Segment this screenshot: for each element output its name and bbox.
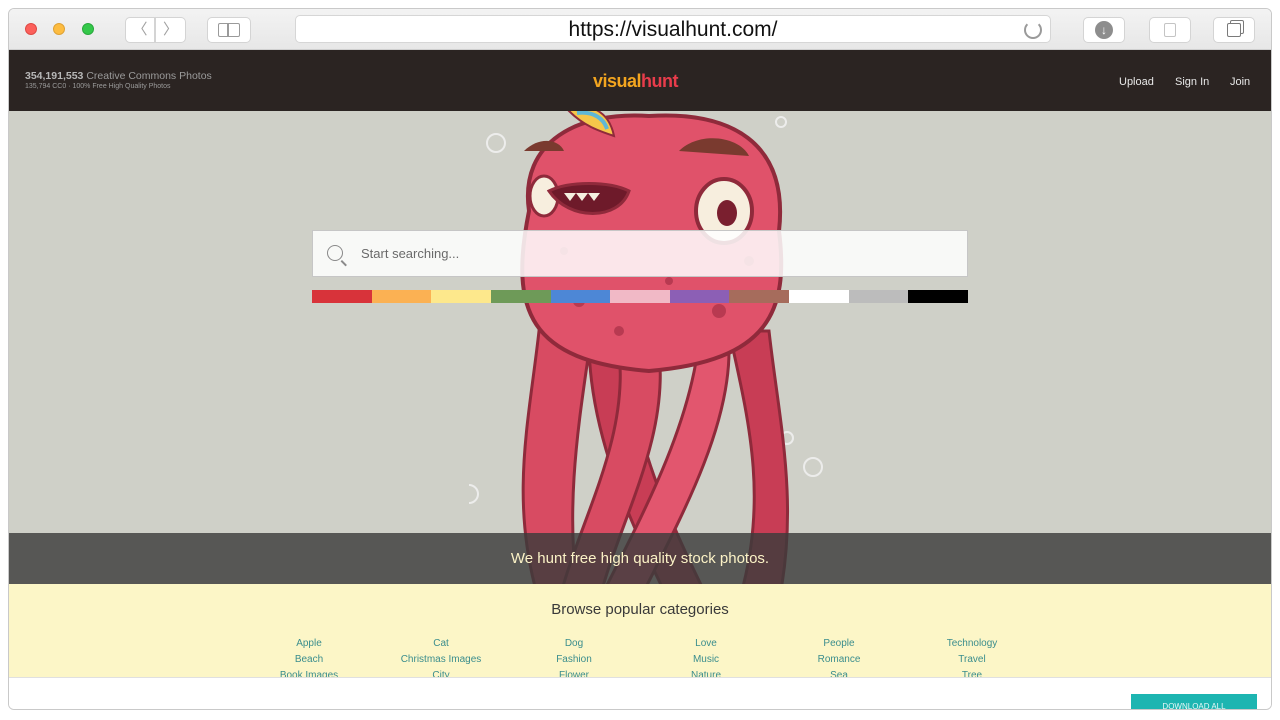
url-text: https://visualhunt.com/ bbox=[568, 18, 778, 41]
bottom-bar: DOWNLOAD ALL bbox=[9, 677, 1271, 709]
color-swatch-red[interactable] bbox=[312, 290, 372, 303]
category-link[interactable]: Book Images bbox=[249, 668, 369, 677]
categories-title: Browse popular categories bbox=[551, 601, 729, 618]
download-all-button[interactable]: DOWNLOAD ALL bbox=[1131, 694, 1257, 709]
category-link[interactable]: Christmas Images bbox=[381, 652, 501, 668]
sidebar-toggle-button[interactable] bbox=[207, 17, 251, 43]
address-bar[interactable]: https://visualhunt.com/ bbox=[295, 15, 1051, 43]
sidebar-icon bbox=[218, 23, 240, 37]
browser-toolbar: 〈 〉 https://visualhunt.com/ ↓ bbox=[9, 9, 1271, 50]
category-link[interactable]: Apple bbox=[249, 636, 369, 652]
upload-link[interactable]: Upload bbox=[1119, 76, 1154, 88]
chevron-left-icon: 〈 bbox=[132, 21, 148, 38]
category-column: Cat Christmas Images City bbox=[381, 636, 501, 677]
close-window-button[interactable] bbox=[25, 23, 37, 35]
cc0-stats: 135,794 CC0 · 100% Free High Quality Pho… bbox=[25, 83, 171, 90]
category-link[interactable]: Beach bbox=[249, 652, 369, 668]
site-header: 354,191,553 Creative Commons Photos 135,… bbox=[9, 50, 1271, 111]
category-column: Apple Beach Book Images bbox=[249, 636, 369, 677]
color-swatch-gray[interactable] bbox=[848, 290, 909, 303]
site-logo[interactable]: visualhunt bbox=[593, 71, 679, 92]
category-column: People Romance Sea bbox=[779, 636, 899, 677]
search-input[interactable] bbox=[359, 231, 959, 276]
color-swatch-white[interactable] bbox=[789, 290, 849, 303]
browser-window: 〈 〉 https://visualhunt.com/ ↓ 354,191,55… bbox=[8, 8, 1272, 710]
downloads-button[interactable]: ↓ bbox=[1083, 17, 1125, 43]
sign-in-link[interactable]: Sign In bbox=[1175, 76, 1209, 88]
color-swatch-orange[interactable] bbox=[371, 290, 432, 303]
category-link[interactable]: Love bbox=[646, 636, 766, 652]
photo-count-label: Creative Commons Photos bbox=[83, 70, 212, 82]
share-button[interactable] bbox=[1149, 17, 1191, 43]
download-icon: ↓ bbox=[1095, 21, 1113, 39]
color-swatch-purple[interactable] bbox=[669, 290, 730, 303]
zoom-window-button[interactable] bbox=[82, 23, 94, 35]
color-swatch-brown[interactable] bbox=[729, 290, 790, 303]
popular-categories: Browse popular categories Apple Beach Bo… bbox=[9, 584, 1271, 677]
octopus-monster-illustration bbox=[469, 111, 823, 584]
tagline: We hunt free high quality stock photos. bbox=[510, 550, 770, 567]
color-filter-bar bbox=[312, 290, 969, 303]
hero-section: We hunt free high quality stock photos. bbox=[9, 111, 1271, 584]
search-icon bbox=[327, 245, 343, 261]
search-box[interactable] bbox=[312, 230, 968, 277]
category-link[interactable]: People bbox=[779, 636, 899, 652]
back-button[interactable]: 〈 bbox=[125, 17, 155, 43]
photo-stats: 354,191,553 Creative Commons Photos 135,… bbox=[25, 70, 212, 90]
logo-hunt: hunt bbox=[641, 71, 679, 91]
logo-visual: visual bbox=[593, 71, 642, 91]
category-link[interactable]: Dog bbox=[514, 636, 634, 652]
forward-button[interactable]: 〉 bbox=[155, 17, 186, 43]
color-swatch-black[interactable] bbox=[908, 290, 969, 303]
category-link[interactable]: Fashion bbox=[514, 652, 634, 668]
minimize-window-button[interactable] bbox=[53, 23, 65, 35]
category-column: Dog Fashion Flower bbox=[514, 636, 634, 677]
share-icon bbox=[1164, 23, 1176, 37]
category-link[interactable]: Sea bbox=[779, 668, 899, 677]
color-swatch-blue[interactable] bbox=[550, 290, 611, 303]
reload-icon[interactable] bbox=[1024, 21, 1042, 39]
category-link[interactable]: Romance bbox=[779, 652, 899, 668]
join-link[interactable]: Join bbox=[1230, 76, 1250, 88]
category-link[interactable]: Technology bbox=[912, 636, 1032, 652]
show-tabs-button[interactable] bbox=[1213, 17, 1255, 43]
color-swatch-green[interactable] bbox=[490, 290, 551, 303]
tagline-band: We hunt free high quality stock photos. bbox=[9, 533, 1271, 584]
category-link[interactable]: Cat bbox=[381, 636, 501, 652]
tabs-icon bbox=[1227, 23, 1241, 37]
category-column: Technology Travel Tree bbox=[912, 636, 1032, 677]
color-swatch-pink[interactable] bbox=[610, 290, 670, 303]
category-link[interactable]: City bbox=[381, 668, 501, 677]
chevron-right-icon: 〉 bbox=[162, 21, 178, 38]
photo-count: 354,191,553 bbox=[25, 70, 84, 82]
category-link[interactable]: Travel bbox=[912, 652, 1032, 668]
category-link[interactable]: Nature bbox=[646, 668, 766, 677]
color-swatch-yellow[interactable] bbox=[431, 290, 491, 303]
category-link[interactable]: Flower bbox=[514, 668, 634, 677]
category-column: Love Music Nature bbox=[646, 636, 766, 677]
category-link[interactable]: Music bbox=[646, 652, 766, 668]
category-link[interactable]: Tree bbox=[912, 668, 1032, 677]
